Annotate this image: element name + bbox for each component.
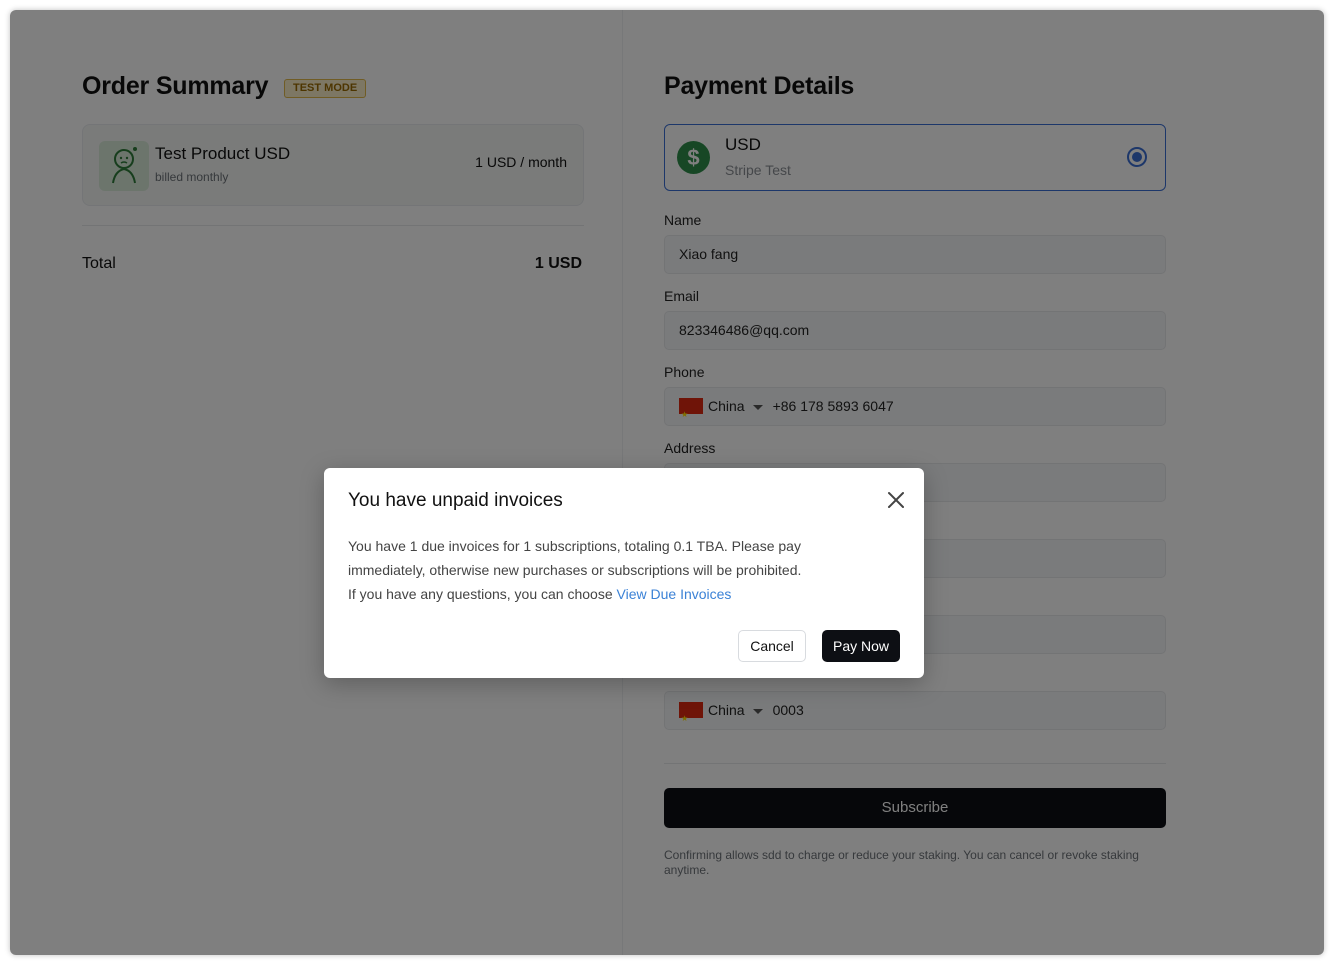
checkout-window: Order Summary TEST MODE Test Product USD…	[10, 10, 1324, 955]
close-icon[interactable]	[886, 490, 906, 510]
modal-body-line: You have 1 due invoices for 1 subscripti…	[348, 538, 801, 554]
cancel-button[interactable]: Cancel	[738, 630, 806, 662]
modal-body-line: immediately, otherwise new purchases or …	[348, 562, 802, 578]
modal-body: You have 1 due invoices for 1 subscripti…	[348, 534, 900, 606]
view-due-invoices-link[interactable]: View Due Invoices	[617, 586, 732, 602]
pay-now-button[interactable]: Pay Now	[822, 630, 900, 662]
unpaid-invoices-modal: You have unpaid invoices You have 1 due …	[324, 468, 924, 678]
modal-title: You have unpaid invoices	[348, 490, 563, 511]
modal-body-line: If you have any questions, you can choos…	[348, 582, 900, 606]
modal-question-text: If you have any questions, you can choos…	[348, 586, 617, 602]
